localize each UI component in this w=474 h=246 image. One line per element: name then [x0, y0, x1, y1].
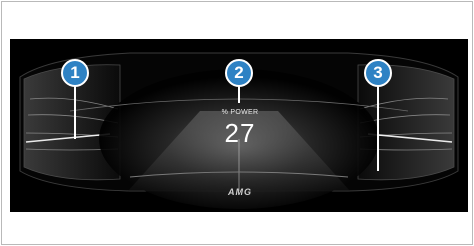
illustration-frame: % POWER 27 AMG 1 2 3	[1, 1, 473, 245]
callout-marker-1: 1	[61, 59, 89, 87]
power-value: 27	[224, 118, 256, 148]
callout-3-leader	[377, 83, 379, 171]
callout-1-leader	[74, 83, 76, 139]
callout-marker-2: 2	[225, 59, 253, 87]
power-label: % POWER	[221, 109, 259, 116]
callout-marker-3: 3	[364, 59, 392, 87]
instrument-cluster-display: % POWER 27 AMG 1 2 3	[10, 39, 468, 212]
amg-logo: AMG	[228, 187, 252, 197]
